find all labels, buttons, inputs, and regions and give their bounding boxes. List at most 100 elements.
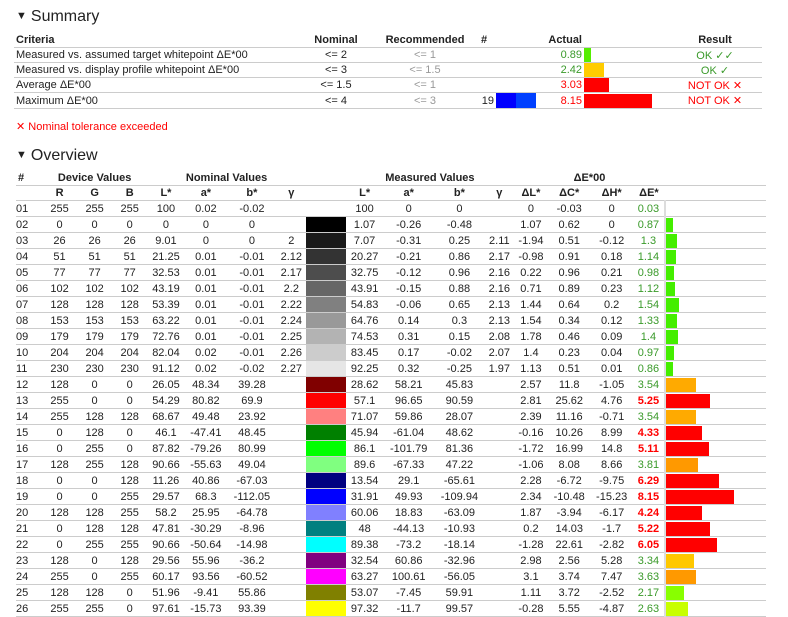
- value-cell: 0: [434, 200, 485, 217]
- value-cell: 47.81: [147, 520, 185, 537]
- col-header: b*: [434, 185, 485, 201]
- value-cell: 46.1: [147, 424, 185, 441]
- delta-e-bar-cell: [664, 456, 766, 473]
- value-cell: 29.56: [147, 552, 185, 569]
- value-cell: 0: [112, 584, 148, 601]
- nominal-swatch: [305, 505, 326, 520]
- value-cell: 153: [77, 312, 113, 329]
- value-cell: 72.76: [147, 328, 185, 345]
- row-number: 11: [16, 360, 42, 377]
- delta-e-bar-cell: [664, 232, 766, 249]
- overview-heading[interactable]: ▼ Overview: [16, 147, 98, 165]
- summary-heading[interactable]: ▼ Summary: [16, 8, 99, 26]
- value-cell: 0: [112, 424, 148, 441]
- table-row: 11 230 230 230 91.12 0.02 -0.02 2.27 92.25 0.32 -0…: [16, 360, 766, 377]
- col-result: Result: [668, 33, 762, 48]
- color-swatch: [305, 441, 346, 456]
- value-cell: -0.98: [513, 248, 548, 265]
- delta-e-bar: [666, 265, 674, 280]
- measured-swatch: [325, 537, 346, 552]
- delta-e-cell: 0.98: [632, 264, 665, 281]
- value-cell: 53.07: [345, 584, 384, 601]
- delta-e-bar-cell: [664, 200, 766, 217]
- value-cell: 230: [112, 360, 148, 377]
- color-swatch: [305, 313, 346, 328]
- value-cell: -44.13: [383, 520, 435, 537]
- value-cell: -6.17: [590, 504, 633, 521]
- measured-swatch: [325, 313, 346, 328]
- value-cell: 128: [112, 552, 148, 569]
- value-cell: 0: [112, 392, 148, 409]
- value-cell: -0.01: [227, 280, 277, 297]
- value-cell: 20.27: [345, 248, 384, 265]
- delta-e-cell: 6.29: [632, 472, 665, 489]
- value-cell: 0.01: [590, 360, 633, 377]
- table-row: 03 26 26 26 9.01 0 0 2 7.07 -0.31 0.25 2.11 -1.94 0.5…: [16, 232, 766, 249]
- value-cell: 7.07: [345, 232, 384, 249]
- delta-e-cell: 0.03: [632, 200, 665, 217]
- value-cell: 0: [112, 376, 148, 393]
- nominal-swatch: [305, 393, 326, 408]
- value-cell: 0.01: [184, 328, 228, 345]
- value-cell: 86.1: [345, 440, 384, 457]
- value-cell: 128: [42, 296, 78, 313]
- value-cell: 51: [77, 248, 113, 265]
- value-cell: 5.28: [590, 552, 633, 569]
- value-cell: 0: [42, 520, 78, 537]
- value-cell: 0.71: [513, 280, 548, 297]
- col-blank: [16, 185, 42, 201]
- nominal-swatch: [305, 249, 326, 264]
- value-cell: [276, 584, 306, 601]
- value-cell: -1.05: [590, 376, 633, 393]
- value-cell: [276, 472, 306, 489]
- value-cell: 91.12: [147, 360, 185, 377]
- nominal-swatch: [305, 441, 326, 456]
- col-header: L*: [147, 185, 185, 201]
- recommended-cell: <= 3: [378, 92, 472, 109]
- value-cell: 0.3: [434, 312, 485, 329]
- value-cell: 0: [77, 376, 113, 393]
- row-number: 23: [16, 552, 42, 569]
- measured-swatch: [325, 217, 346, 232]
- color-swatch: [305, 297, 346, 312]
- value-cell: 0.2: [513, 520, 548, 537]
- table-row: 17 128 255 128 90.66 -55.63 49.04 89.6 -67.33 47.…: [16, 456, 766, 473]
- value-cell: [276, 408, 306, 425]
- actual-cell: 2.42: [540, 62, 584, 78]
- delta-e-bar: [666, 217, 673, 232]
- value-cell: 2.25: [276, 328, 306, 345]
- value-cell: 0: [42, 216, 78, 233]
- value-cell: [484, 440, 514, 457]
- value-cell: 0.17: [383, 344, 435, 361]
- value-cell: 48: [345, 520, 384, 537]
- value-cell: 77: [42, 264, 78, 281]
- value-cell: 68.67: [147, 408, 185, 425]
- value-cell: -0.16: [513, 424, 548, 441]
- value-cell: 0: [513, 200, 548, 217]
- value-cell: [276, 488, 306, 505]
- value-cell: 0: [383, 200, 435, 217]
- value-cell: -1.7: [590, 520, 633, 537]
- value-cell: [484, 568, 514, 585]
- value-cell: 28.62: [345, 376, 384, 393]
- row-number: 19: [16, 488, 42, 505]
- collapse-triangle-icon[interactable]: ▼: [16, 149, 27, 161]
- value-cell: 2.12: [276, 248, 306, 265]
- swatch-cell: [496, 62, 540, 78]
- collapse-triangle-icon[interactable]: ▼: [16, 10, 27, 22]
- table-row: 09 179 179 179 72.76 0.01 -0.01 2.25 74.53 0.31 0.…: [16, 328, 766, 345]
- row-number: 06: [16, 280, 42, 297]
- value-cell: 92.25: [345, 360, 384, 377]
- value-cell: 0: [77, 552, 113, 569]
- summary-row: Measured vs. assumed target whitepoint Δ…: [14, 47, 762, 63]
- delta-e-bar: [666, 313, 677, 328]
- delta-e-cell: 1.4: [632, 328, 665, 345]
- value-cell: 2.17: [484, 248, 514, 265]
- delta-e-bar-cell: [664, 264, 766, 281]
- col-header: γ: [484, 185, 514, 201]
- value-cell: 18.83: [383, 504, 435, 521]
- value-cell: 89.6: [345, 456, 384, 473]
- value-cell: 0.21: [590, 264, 633, 281]
- row-number: 03: [16, 232, 42, 249]
- value-cell: 80.82: [184, 392, 228, 409]
